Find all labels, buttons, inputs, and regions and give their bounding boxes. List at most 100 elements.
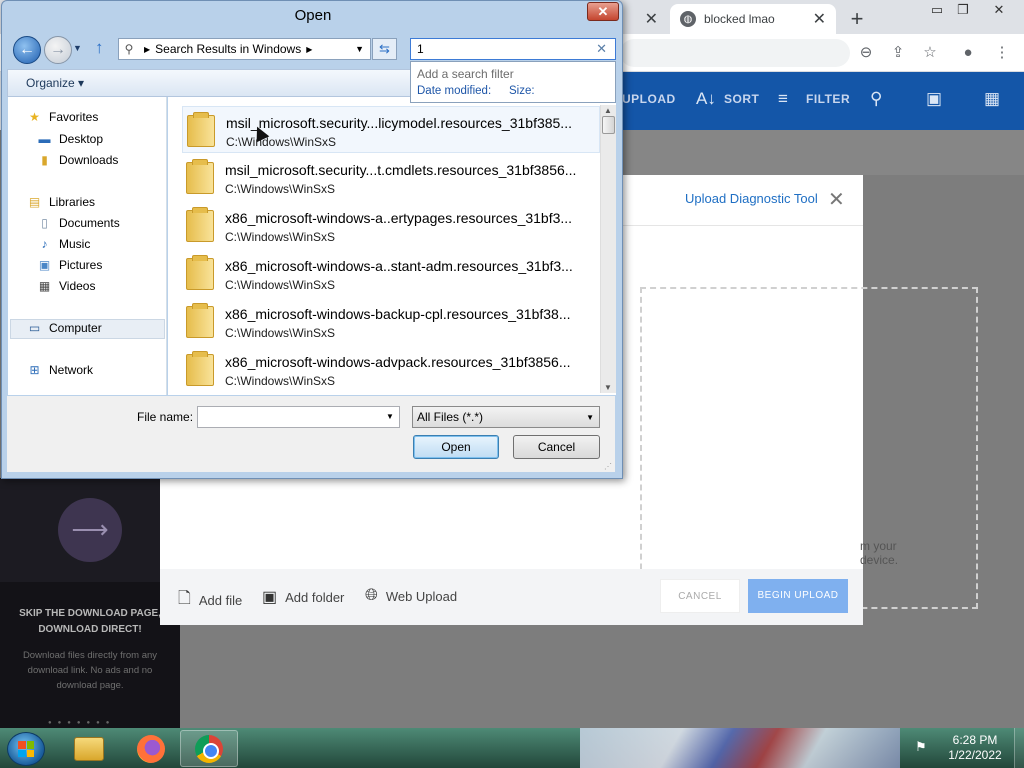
drop-zone-text: m your device. xyxy=(860,539,899,567)
list-item[interactable]: x86_microsoft-windows-a..ertypages.resou… xyxy=(182,202,600,249)
nav-item-documents[interactable]: ▯ Documents xyxy=(36,216,120,230)
drop-zone[interactable] xyxy=(640,287,978,609)
promo-title: SKIP THE DOWNLOAD PAGE, DOWNLOAD DIRECT! xyxy=(19,608,161,635)
back-button[interactable]: ← xyxy=(13,36,41,64)
open-button[interactable]: Open xyxy=(413,435,499,459)
system-clock[interactable]: 6:28 PM 1/22/2022 xyxy=(940,733,1010,763)
action-center-flag-icon[interactable]: ⚑ xyxy=(915,739,931,755)
downloads-folder-icon: ▮ xyxy=(41,153,48,167)
zoom-icon[interactable]: ⊖ xyxy=(856,43,876,63)
close-tab-icon[interactable]: ✕ xyxy=(813,9,826,29)
share-icon[interactable]: ⇪ xyxy=(888,43,908,63)
add-folder-button[interactable]: ▣ Add folder xyxy=(262,587,344,607)
scroll-up-icon[interactable]: ▲ xyxy=(604,106,612,115)
new-tab-button[interactable]: + xyxy=(846,6,868,32)
menu-kebab-icon[interactable]: ⋮ xyxy=(992,43,1012,63)
profile-icon[interactable]: ● xyxy=(958,43,978,63)
nav-item-music[interactable]: ♪ Music xyxy=(36,237,91,251)
file-type-select[interactable]: All Files (*.*) ▼ xyxy=(412,406,600,428)
videos-icon: ▦ xyxy=(38,279,51,293)
folder-icon xyxy=(186,207,214,242)
folder-icon xyxy=(186,351,214,386)
computer-icon: ▭ xyxy=(28,321,41,335)
upload-modal-footer: 🗋 Add file ▣ Add folder 🌐︎ Web Upload CA… xyxy=(160,569,863,625)
chevron-down-icon[interactable]: ▼ xyxy=(386,412,394,421)
address-breadcrumb[interactable]: ⚲ ▶ Search Results in Windows ▶ ▼ xyxy=(118,38,371,60)
sort-nav[interactable]: SORT xyxy=(724,92,759,106)
scroll-down-icon[interactable]: ▼ xyxy=(604,383,612,392)
grid-view-icon[interactable]: ▦ xyxy=(984,89,1000,109)
nav-item-favorites[interactable]: ★ Favorites xyxy=(26,110,98,124)
nav-item-network[interactable]: ⊞ Network xyxy=(26,363,93,377)
nav-item-pictures[interactable]: ▣ Pictures xyxy=(36,258,103,272)
filter-size[interactable]: Size: xyxy=(509,85,535,97)
search-icon[interactable]: ⚲ xyxy=(870,89,882,109)
bookmark-star-icon[interactable]: ☆ xyxy=(920,43,940,63)
breadcrumb-arrow-icon[interactable]: ▶ xyxy=(144,45,150,54)
taskbar-firefox[interactable] xyxy=(122,730,180,767)
vertical-scrollbar[interactable] xyxy=(600,105,616,393)
dialog-close-button[interactable]: ✕ xyxy=(587,2,619,21)
folder-icon xyxy=(186,255,214,290)
page-overlay-top xyxy=(600,130,1024,175)
folder-icon xyxy=(187,112,215,147)
libraries-icon: ▤ xyxy=(28,195,41,209)
carousel-dots[interactable]: ●●●●●●● xyxy=(48,720,115,726)
clear-search-icon[interactable]: ✕ xyxy=(596,41,607,57)
windows-explorer-icon xyxy=(74,736,104,761)
file-name-input[interactable] xyxy=(197,406,400,428)
show-desktop-button[interactable] xyxy=(1014,728,1024,768)
globe-icon: ◍ xyxy=(680,11,696,27)
taskbar-explorer[interactable] xyxy=(60,730,118,767)
nav-item-videos[interactable]: ▦ Videos xyxy=(36,279,96,293)
start-button[interactable] xyxy=(7,732,45,766)
promo-text: Download files directly from any downloa… xyxy=(22,650,158,691)
search-input[interactable]: 1 ✕ xyxy=(410,38,616,60)
recent-locations-dropdown-icon[interactable]: ▼ xyxy=(73,43,82,53)
begin-upload-button[interactable]: BEGIN UPLOAD xyxy=(748,579,848,613)
list-item[interactable]: x86_microsoft-windows-a..stant-adm.resou… xyxy=(182,250,600,297)
chevron-down-icon[interactable]: ▼ xyxy=(355,44,364,54)
close-icon[interactable]: ✕ xyxy=(828,187,845,212)
breadcrumb-arrow-icon[interactable]: ▶ xyxy=(306,45,312,54)
web-upload-button[interactable]: 🌐︎ Web Upload xyxy=(365,587,457,605)
list-item[interactable]: x86_microsoft-windows-advpack.resources_… xyxy=(182,346,600,393)
resize-grip-icon[interactable]: ⋰ xyxy=(604,462,612,471)
add-folder-icon: ▣ xyxy=(262,589,278,606)
nav-item-computer[interactable]: ▭ Computer xyxy=(26,321,102,335)
add-file-icon: 🗋 xyxy=(178,590,191,607)
filter-date-modified[interactable]: Date modified: xyxy=(417,85,491,97)
search-icon: ⚲ xyxy=(124,42,134,56)
up-arrow-icon[interactable]: ↑ xyxy=(95,38,104,58)
new-folder-icon[interactable]: ▣ xyxy=(926,89,942,109)
dialog-title: Open xyxy=(294,7,332,24)
window-close-button[interactable]: ✕ xyxy=(984,0,1014,20)
nav-item-downloads[interactable]: ▮ Downloads xyxy=(36,153,118,167)
browser-tab-active[interactable]: ◍ blocked lmao ✕ xyxy=(670,4,836,34)
folder-icon xyxy=(186,159,214,194)
restore-button[interactable]: ❐ xyxy=(948,0,978,20)
add-file-button[interactable]: 🗋 Add file xyxy=(178,587,242,614)
address-bar[interactable] xyxy=(620,39,850,67)
scrollbar-thumb[interactable] xyxy=(602,116,615,134)
breadcrumb-location[interactable]: Search Results in Windows xyxy=(155,42,301,56)
taskbar-chrome[interactable] xyxy=(180,730,238,767)
sort-az-icon: A↓ xyxy=(696,89,716,108)
refresh-button[interactable]: ⇆ xyxy=(372,38,397,60)
cancel-upload-button[interactable]: CANCEL xyxy=(660,579,740,613)
nav-item-desktop[interactable]: ▬ Desktop xyxy=(36,132,104,146)
desktop-icon: ▬ xyxy=(38,132,51,146)
cancel-button[interactable]: Cancel xyxy=(513,435,600,459)
forward-button[interactable]: → xyxy=(44,36,72,64)
list-item[interactable]: msil_microsoft.security...licymodel.reso… xyxy=(182,106,600,153)
pictures-icon: ▣ xyxy=(38,258,51,272)
filter-nav[interactable]: FILTER xyxy=(806,92,850,106)
promo-sidebar: ⟶ SKIP THE DOWNLOAD PAGE, DOWNLOAD DIREC… xyxy=(0,478,180,728)
nav-item-libraries[interactable]: ▤ Libraries xyxy=(26,195,95,209)
list-item[interactable]: msil_microsoft.security...t.cmdlets.reso… xyxy=(182,154,600,201)
close-tab-icon[interactable]: ✕ xyxy=(645,9,658,29)
organize-button[interactable]: Organize ▾ xyxy=(26,76,84,90)
upload-nav[interactable]: UPLOAD xyxy=(622,92,676,106)
list-item[interactable]: x86_microsoft-windows-backup-cpl.resourc… xyxy=(182,298,600,345)
network-icon: ⊞ xyxy=(29,363,40,377)
